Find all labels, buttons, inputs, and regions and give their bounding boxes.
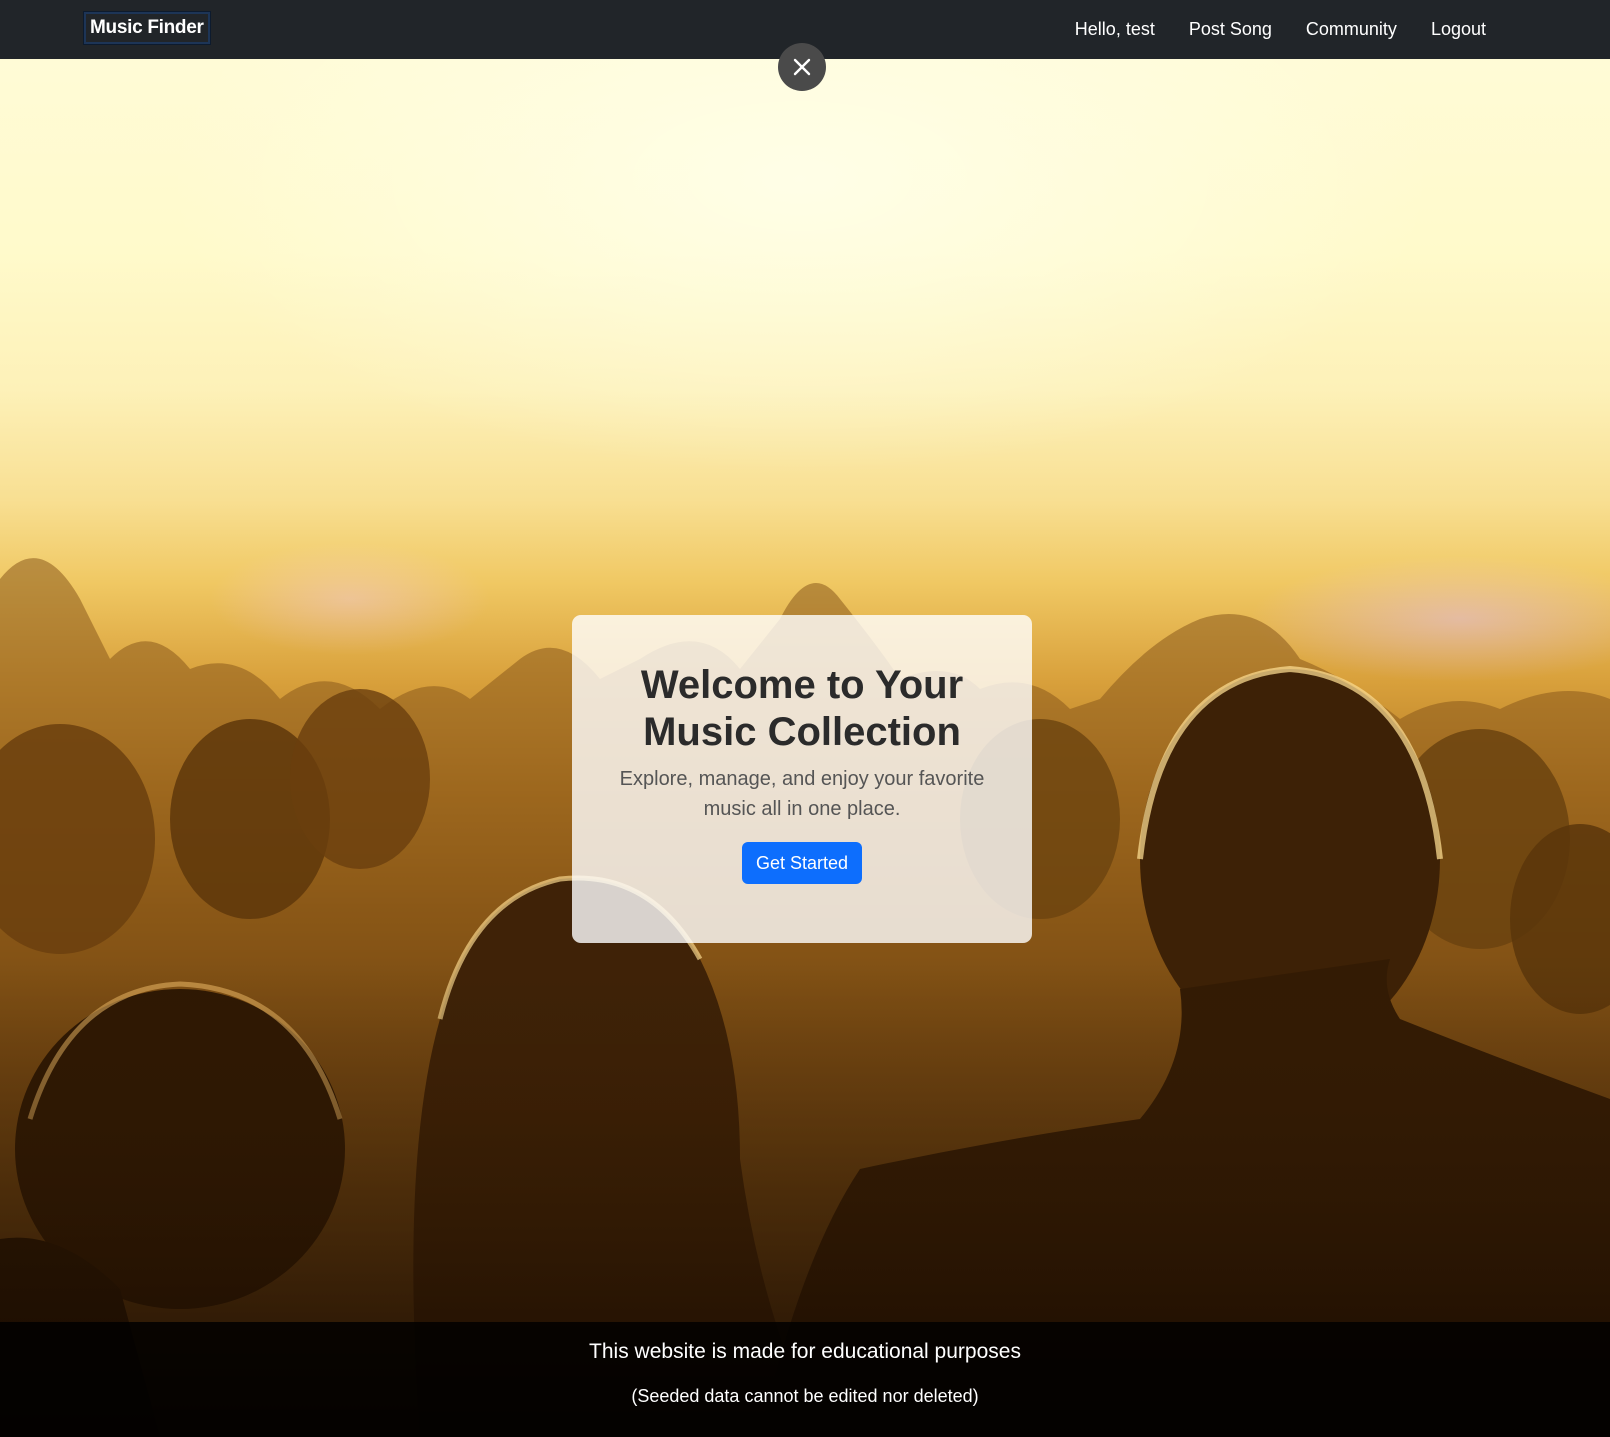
close-icon bbox=[793, 58, 811, 76]
footer: This website is made for educational pur… bbox=[0, 1322, 1610, 1437]
footer-seeded-data-note: (Seeded data cannot be edited nor delete… bbox=[631, 1386, 979, 1406]
close-button[interactable] bbox=[778, 43, 826, 91]
get-started-button[interactable]: Get Started bbox=[741, 842, 863, 884]
nav-greeting-link[interactable]: Hello, test bbox=[1075, 19, 1155, 40]
welcome-title: Welcome to Your Music Collection bbox=[640, 663, 964, 754]
nav-logout-link[interactable]: Logout bbox=[1431, 19, 1486, 40]
footer-disclaimer: This website is made for educational pur… bbox=[589, 1340, 1021, 1363]
nav-post-song-link[interactable]: Post Song bbox=[1189, 19, 1272, 40]
nav-community-link[interactable]: Community bbox=[1306, 19, 1397, 40]
welcome-subtitle: Explore, manage, and enjoy your favorite… bbox=[619, 768, 985, 820]
welcome-card: Welcome to Your Music Collection Explore… bbox=[572, 615, 1032, 943]
brand-logo-link[interactable]: Music Finder bbox=[83, 11, 211, 45]
nav-links: Hello, test Post Song Community Logout bbox=[1041, 0, 1486, 59]
